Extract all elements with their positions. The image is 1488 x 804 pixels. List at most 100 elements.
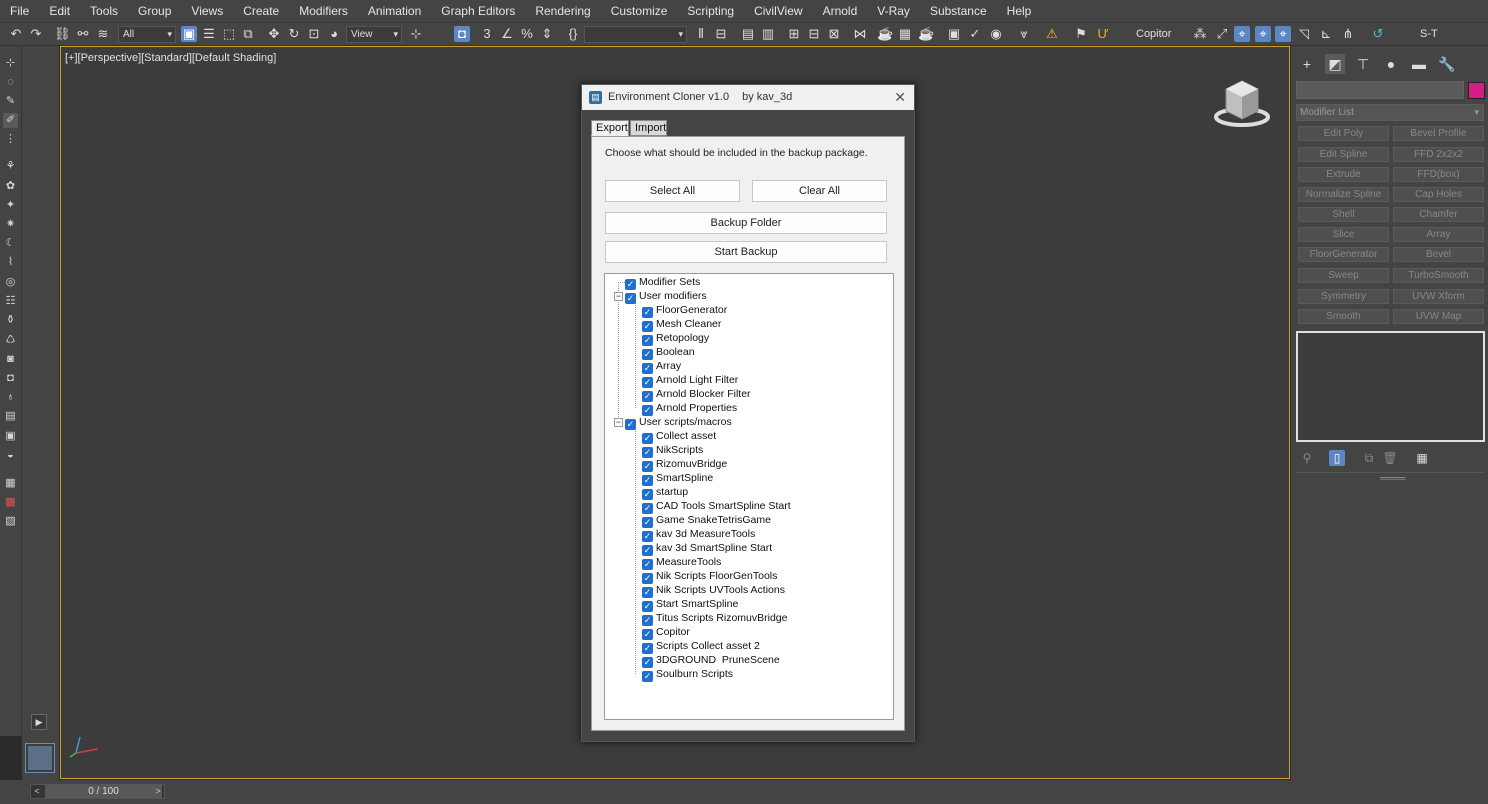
layer-label[interactable]: S-T bbox=[1420, 28, 1438, 40]
tab-import[interactable]: Import bbox=[630, 120, 667, 136]
spinner-snap-icon[interactable]: ⇕ bbox=[539, 26, 555, 42]
align-icon[interactable]: ⊟ bbox=[713, 26, 729, 42]
layer-explorer-icon[interactable]: ▥ bbox=[760, 26, 776, 42]
refresh-icon[interactable]: ↺ bbox=[1370, 26, 1386, 42]
menu-modifiers[interactable]: Modifiers bbox=[289, 4, 358, 18]
panel-grip-icon[interactable]: ════ bbox=[1380, 473, 1406, 483]
configure-sets-icon[interactable]: ▦ bbox=[1414, 450, 1430, 466]
floorgenerator-button[interactable]: FloorGenerator bbox=[1298, 247, 1389, 262]
scene-explorer-icon[interactable]: ▤ bbox=[740, 26, 756, 42]
material-editor-icon[interactable]: ⋈ bbox=[852, 26, 868, 42]
menu-group[interactable]: Group bbox=[128, 4, 181, 18]
bulb-icon[interactable]: ♁ bbox=[3, 390, 18, 405]
curve-editor-icon[interactable]: ⊟ bbox=[806, 26, 822, 42]
camera-icon[interactable]: ◘ bbox=[3, 371, 18, 386]
smooth-button[interactable]: Smooth bbox=[1298, 309, 1389, 324]
chamfer-button[interactable]: Chamfer bbox=[1393, 207, 1484, 222]
snap-midpoint-icon[interactable]: ⌖ bbox=[1255, 26, 1271, 42]
plugin-icon[interactable]: Ư bbox=[1095, 26, 1111, 42]
motion-tab-icon[interactable]: ● bbox=[1381, 54, 1401, 74]
modify-tab-icon[interactable]: ◩ bbox=[1325, 54, 1345, 74]
tab-export[interactable]: Export bbox=[591, 120, 629, 136]
time-next-button[interactable]: > bbox=[152, 785, 164, 798]
tree-item[interactable]: ✓ kav 3d SmartSpline Start bbox=[642, 541, 772, 556]
extrude-button[interactable]: Extrude bbox=[1298, 167, 1389, 182]
rendered-frame-window-icon[interactable]: ▦ bbox=[897, 26, 913, 42]
tree-item[interactable]: ✓ SmartSpline bbox=[642, 471, 713, 486]
checkbox-icon[interactable]: ✓ bbox=[625, 293, 636, 304]
time-prev-button[interactable]: < bbox=[31, 785, 43, 798]
display-tab-icon[interactable]: ▬ bbox=[1409, 54, 1429, 74]
clear-all-button[interactable]: Clear All bbox=[752, 180, 887, 202]
angle-snap-icon[interactable]: ∠ bbox=[499, 26, 515, 42]
snap-face-icon[interactable]: ◹ bbox=[1296, 26, 1312, 42]
menu-help[interactable]: Help bbox=[997, 4, 1042, 18]
vray-interactive-icon[interactable]: ◉ bbox=[988, 26, 1004, 42]
tree-item[interactable]: ✓ Copitor bbox=[642, 625, 690, 640]
edit-poly-button[interactable]: Edit Poly bbox=[1298, 126, 1389, 141]
pivot-center-icon[interactable]: ⊹ bbox=[408, 26, 424, 42]
hierarchy-tab-icon[interactable]: ⊤ bbox=[1353, 54, 1373, 74]
scale-icon[interactable]: ⊡ bbox=[306, 26, 322, 42]
edit-tool-icon[interactable]: ✐ bbox=[3, 113, 18, 128]
tree-item[interactable]: ✓ Start SmartSpline bbox=[642, 597, 738, 612]
snap-edge-icon[interactable]: ⌖ bbox=[1275, 26, 1291, 42]
ffd-box-button[interactable]: FFD(box) bbox=[1393, 167, 1484, 182]
menu-create[interactable]: Create bbox=[233, 4, 289, 18]
tree-node-user-scripts[interactable]: ✓ User scripts/macros bbox=[625, 415, 732, 430]
vray-frame-buffer-icon[interactable]: ▣ bbox=[946, 26, 962, 42]
menu-tools[interactable]: Tools bbox=[80, 4, 128, 18]
ffd-2x2x2-button[interactable]: FFD 2x2x2 bbox=[1393, 147, 1484, 162]
backup-tree[interactable]: ✓ Modifier Sets − ✓ User modifiers ✓ FloorG… bbox=[604, 273, 894, 720]
symmetry-button[interactable]: Symmetry bbox=[1298, 289, 1389, 304]
modifier-stack[interactable] bbox=[1296, 331, 1485, 442]
link-icon[interactable]: ⛓ bbox=[54, 26, 71, 42]
slice-button[interactable]: Slice bbox=[1298, 227, 1389, 242]
light-icon[interactable]: ✦ bbox=[3, 198, 18, 213]
render-production-icon[interactable]: ☕ bbox=[918, 26, 934, 42]
viewport-layout-icon[interactable] bbox=[25, 743, 55, 773]
shell-button[interactable]: Shell bbox=[1298, 207, 1389, 222]
menu-animation[interactable]: Animation bbox=[358, 4, 431, 18]
tree-item[interactable]: ✓ 3DGROUND PruneScene bbox=[642, 653, 780, 668]
bevel-profile-button[interactable]: Bevel Profile bbox=[1393, 126, 1484, 141]
bind-spacewarp-icon[interactable]: ≋ bbox=[95, 26, 111, 42]
menu-civilview[interactable]: CivilView bbox=[744, 4, 812, 18]
viewcube-icon[interactable] bbox=[1214, 77, 1270, 131]
play-icon[interactable]: ▶ bbox=[31, 714, 47, 730]
bevel-button[interactable]: Bevel bbox=[1393, 247, 1484, 262]
list-icon[interactable]: ☷ bbox=[3, 294, 18, 309]
tree-item[interactable]: ✓ kav 3d MeasureTools bbox=[642, 527, 755, 542]
tree-item[interactable]: ✓ Nik Scripts FloorGenTools bbox=[642, 569, 777, 584]
move-icon[interactable]: ✥ bbox=[266, 26, 282, 42]
placement-icon[interactable]: ◕ bbox=[326, 26, 342, 42]
populate-icon[interactable]: ⚘ bbox=[3, 159, 18, 174]
collapse-user-scripts-icon[interactable]: − bbox=[614, 418, 623, 427]
frame-icon[interactable]: ▣ bbox=[3, 429, 18, 444]
tree-node-modifier-sets[interactable]: ✓ Modifier Sets bbox=[625, 275, 700, 290]
reference-coordinate-dropdown[interactable]: View bbox=[346, 26, 402, 43]
tool-5-icon[interactable]: ⋮ bbox=[3, 132, 18, 147]
tree-node-user-modifiers[interactable]: ✓ User modifiers bbox=[625, 289, 707, 304]
tree-item[interactable]: ✓ Arnold Properties bbox=[642, 401, 737, 416]
window-crossing-icon[interactable]: ⧉ bbox=[240, 26, 256, 42]
collapse-icon[interactable]: ⩔ bbox=[1016, 26, 1032, 42]
select-all-button[interactable]: Select All bbox=[605, 180, 740, 202]
render-setup-icon[interactable]: ☕ bbox=[877, 26, 893, 42]
orbit-tool-icon[interactable]: ◌ bbox=[3, 75, 18, 90]
menu-vray[interactable]: V-Ray bbox=[867, 4, 920, 18]
rect-selection-icon[interactable]: ⬚ bbox=[221, 26, 237, 42]
rotate-icon[interactable]: ↻ bbox=[286, 26, 302, 42]
warning-icon[interactable]: ⚠ bbox=[1044, 26, 1060, 42]
tree-item[interactable]: ✓ FloorGenerator bbox=[642, 303, 727, 318]
tree-item[interactable]: ✓ Array bbox=[642, 359, 681, 374]
tree-item[interactable]: ✓ startup bbox=[642, 485, 688, 500]
moon-icon[interactable]: ☾ bbox=[3, 236, 18, 251]
uvw-xform-button[interactable]: UVW Xform bbox=[1393, 289, 1484, 304]
turbosmooth-button[interactable]: TurboSmooth bbox=[1393, 268, 1484, 283]
redo-icon[interactable]: ↷ bbox=[28, 26, 44, 42]
backup-folder-button[interactable]: Backup Folder bbox=[605, 212, 887, 234]
select-by-name-icon[interactable]: ☰ bbox=[201, 26, 217, 42]
bottle-icon[interactable]: ⚱ bbox=[3, 313, 18, 328]
select-manipulate-icon[interactable]: ◘ bbox=[454, 26, 470, 42]
